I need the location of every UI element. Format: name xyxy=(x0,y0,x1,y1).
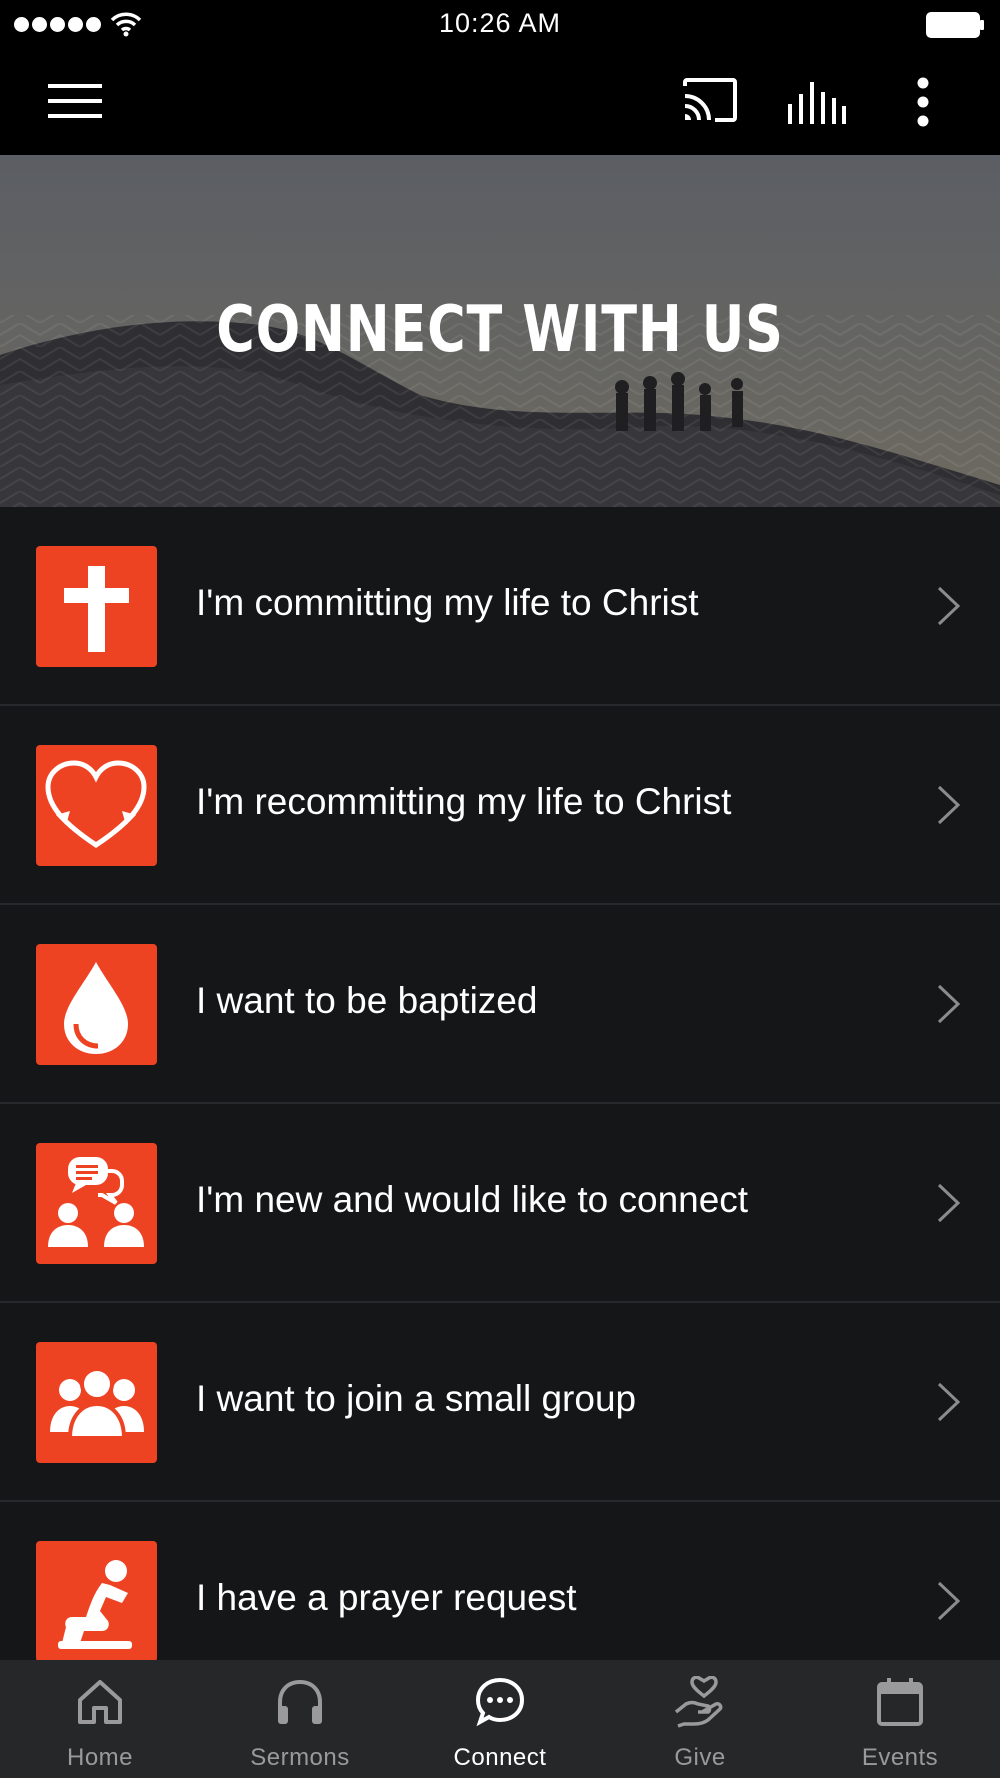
list-item-label: I'm committing my life to Christ xyxy=(196,582,699,623)
chevron-right-icon xyxy=(937,1581,961,1621)
chevron-right-icon xyxy=(937,984,961,1024)
tab-label: Sermons xyxy=(250,1744,350,1771)
calendar-icon xyxy=(877,1678,923,1726)
battery-icon xyxy=(926,12,984,38)
tab-events[interactable]: Events xyxy=(800,1660,1000,1778)
tab-sermons[interactable]: Sermons xyxy=(200,1660,400,1778)
list-item-label: I want to be baptized xyxy=(196,980,538,1021)
list-item-recommitting[interactable]: I'm recommitting my life to Christ xyxy=(0,706,1000,905)
bottom-tab-bar: Home Sermons Connect Give Events xyxy=(0,1660,1000,1778)
tab-give[interactable]: Give xyxy=(600,1660,800,1778)
chevron-right-icon xyxy=(937,1183,961,1223)
top-toolbar xyxy=(0,50,1000,155)
list-item-label: I want to join a small group xyxy=(196,1378,637,1419)
list-item-label: I'm new and would like to connect xyxy=(196,1179,749,1220)
audio-bars-icon[interactable] xyxy=(788,80,846,124)
home-icon xyxy=(78,1680,122,1724)
chevron-right-icon xyxy=(937,586,961,626)
praying-person-icon xyxy=(36,1541,157,1662)
chat-bubble-icon xyxy=(475,1677,525,1727)
status-bar: 10:26 AM xyxy=(0,0,1000,50)
tab-label: Connect xyxy=(453,1744,547,1771)
list-item-small-group[interactable]: I want to join a small group xyxy=(0,1303,1000,1502)
connect-list: I'm committing my life to Christ I'm rec… xyxy=(0,507,1000,1701)
tab-home[interactable]: Home xyxy=(0,1660,200,1778)
tab-connect[interactable]: Connect xyxy=(400,1660,600,1778)
tab-label: Give xyxy=(674,1744,726,1771)
hand-heart-icon xyxy=(674,1676,723,1728)
list-item-new-connect[interactable]: I'm new and would like to connect xyxy=(0,1104,1000,1303)
tab-label: Events xyxy=(861,1744,939,1771)
chevron-right-icon xyxy=(937,1382,961,1422)
list-item-label: I have a prayer request xyxy=(196,1577,577,1618)
more-vertical-icon[interactable] xyxy=(915,76,931,128)
hero-banner: CONNECT WITH US xyxy=(0,155,1000,507)
list-item-label: I'm recommitting my life to Christ xyxy=(196,781,732,822)
group-icon xyxy=(36,1342,157,1463)
tab-label: Home xyxy=(66,1744,134,1771)
cast-icon[interactable] xyxy=(683,78,739,124)
heart-cycle-icon xyxy=(36,745,157,866)
list-item-committing[interactable]: I'm committing my life to Christ xyxy=(0,507,1000,706)
cross-icon xyxy=(36,546,157,667)
hamburger-menu-icon[interactable] xyxy=(48,84,104,120)
status-time: 10:26 AM xyxy=(438,8,562,38)
headphones-icon xyxy=(278,1679,322,1724)
list-item-baptized[interactable]: I want to be baptized xyxy=(0,905,1000,1104)
people-chat-icon xyxy=(36,1143,157,1264)
hero-title: CONNECT WITH US xyxy=(216,293,784,367)
chevron-right-icon xyxy=(937,785,961,825)
water-drop-icon xyxy=(36,944,157,1065)
